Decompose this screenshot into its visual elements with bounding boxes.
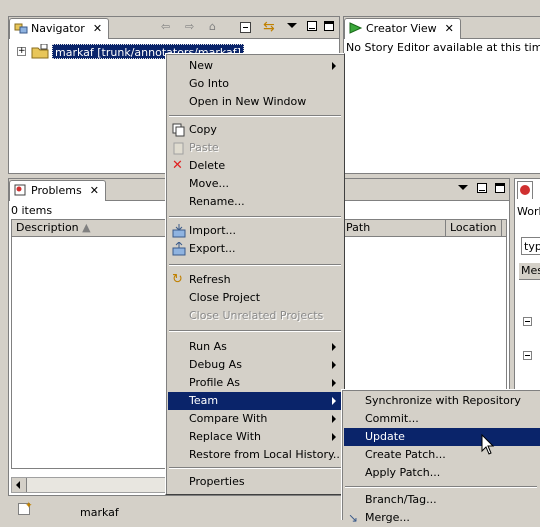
navigator-icon [14,22,28,34]
menu-item-new[interactable]: New [168,57,342,75]
menu-separator [169,330,341,332]
menu-item-copy[interactable]: Copy [168,121,342,139]
submenu-arrow-icon [332,379,336,387]
creator-tab-label: Creator View [366,22,437,35]
team-submenu: Synchronize with Repository Commit... Up… [341,389,540,525]
maximize-icon[interactable] [324,21,334,31]
close-icon[interactable]: ✕ [90,184,99,197]
menu-item-rename[interactable]: Rename... [168,193,342,211]
menu-item-paste[interactable]: Paste [168,139,342,157]
refresh-icon: ↻ [172,272,183,287]
copy-icon [172,123,186,137]
menu-item-run-as[interactable]: Run As [168,338,342,356]
collapse-icon[interactable] [523,317,532,326]
menu-item-synchronize[interactable]: Synchronize with Repository [344,392,538,410]
menu-item-commit[interactable]: Commit... [344,410,538,428]
merge-icon: ↘ [348,511,359,525]
submenu-arrow-icon [332,62,336,70]
menu-item-restore-history[interactable]: Restore from Local History... [168,446,343,464]
collapse-icon[interactable] [523,351,532,360]
menu-item-apply-patch[interactable]: Apply Patch... [344,464,538,482]
close-icon[interactable]: ✕ [445,22,454,35]
right-tab-error-icon[interactable] [517,181,533,199]
menu-separator [169,264,341,266]
back-icon[interactable]: ⇦ [161,20,170,33]
minimize-icon[interactable] [307,21,317,31]
menu-item-merge[interactable]: ↘ Merge... [344,509,538,527]
menu-item-profile-as[interactable]: Profile As [168,374,342,392]
menu-separator [169,216,341,218]
collapse-all-icon[interactable] [240,22,251,33]
submenu-arrow-icon [332,361,336,369]
export-icon [172,241,186,256]
right-partial-field[interactable]: typ [521,237,540,255]
menu-item-refresh[interactable]: ↻ Refresh [168,271,342,289]
creator-view-icon [349,22,363,34]
menu-item-branch-tag[interactable]: Branch/Tag... [344,491,538,509]
column-type[interactable]: T [502,220,506,237]
right-partial-column: Mes [519,263,540,280]
menu-item-compare-with[interactable]: Compare With [168,410,342,428]
tab-problems[interactable]: Problems ✕ [9,180,106,201]
problems-icon [14,184,28,196]
view-menu-icon[interactable] [458,185,468,190]
navigator-tabbar: Navigator ✕ ⇦ ⇨ ⌂ ⇆ [9,17,339,39]
menu-item-team[interactable]: Team [168,392,342,410]
tab-creator-view[interactable]: Creator View ✕ [344,18,461,39]
menu-item-export[interactable]: Export... [168,240,342,258]
right-partial-label: Work [517,205,540,218]
context-menu: New Go Into Open in New Window Copy Past… [165,53,345,495]
maximize-icon[interactable] [495,183,505,193]
menu-item-go-into[interactable]: Go Into [168,75,342,93]
link-with-editor-icon[interactable]: ⇆ [263,19,275,35]
column-location[interactable]: Location [446,220,502,237]
menu-item-properties[interactable]: Properties [168,473,342,491]
menu-separator [169,467,341,469]
column-path[interactable]: Path [342,220,446,237]
submenu-arrow-icon [332,433,336,441]
mouse-cursor-icon [481,434,495,455]
paste-icon [172,141,186,155]
menu-item-create-patch[interactable]: Create Patch... [344,446,538,464]
menu-item-update[interactable]: Update [344,428,540,446]
minimize-icon[interactable] [477,183,487,193]
menu-item-move[interactable]: Move... [168,175,342,193]
scroll-left-icon[interactable] [12,478,27,492]
sort-ascending-icon: ▲ [82,221,91,234]
menu-separator [169,115,341,117]
import-icon [172,224,186,238]
menu-item-close-unrelated[interactable]: Close Unrelated Projects [168,307,342,325]
status-project: markaf [80,506,119,519]
menu-item-delete[interactable]: ✕ Delete [168,157,342,175]
delete-icon: ✕ [172,158,183,173]
project-folder-icon [31,43,49,62]
creator-tabbar: Creator View ✕ [344,17,540,39]
close-icon[interactable]: ✕ [93,22,102,35]
menu-item-debug-as[interactable]: Debug As [168,356,342,374]
forward-icon[interactable]: ⇨ [185,20,194,33]
menu-item-replace-with[interactable]: Replace With [168,428,342,446]
problems-count: 0 items [11,204,53,217]
fast-view-icon[interactable]: ✦ [18,501,33,515]
creator-view: Creator View ✕ No Story Editor available … [343,16,540,174]
creator-message: No Story Editor available at this time. [346,41,540,54]
tab-navigator[interactable]: Navigator ✕ [9,18,110,39]
menu-item-open-new-window[interactable]: Open in New Window [168,93,342,111]
view-menu-icon[interactable] [287,23,297,28]
up-icon[interactable]: ⌂ [209,20,216,33]
navigator-tab-label: Navigator [31,22,85,35]
menu-separator [345,486,537,488]
menu-item-import[interactable]: Import... [168,222,342,240]
submenu-arrow-icon [332,343,336,351]
problems-tab-label: Problems [31,184,82,197]
submenu-arrow-icon [332,415,336,423]
menu-item-close-project[interactable]: Close Project [168,289,342,307]
submenu-arrow-icon [332,397,336,405]
expand-toggle-icon[interactable]: + [17,47,26,56]
